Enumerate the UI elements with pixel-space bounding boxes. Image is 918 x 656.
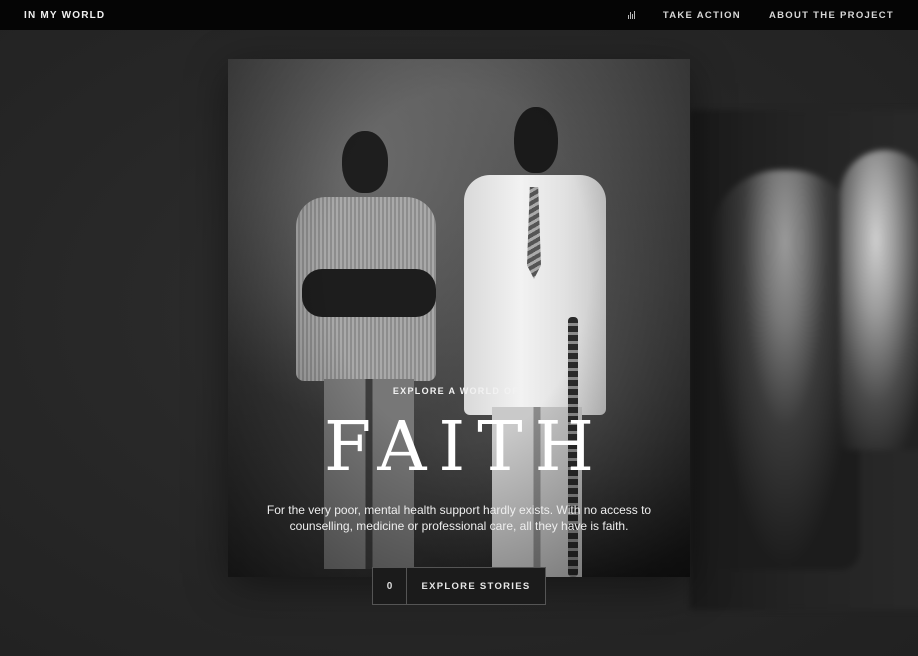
- main-nav: TAKE ACTION ABOUT THE PROJECT: [627, 10, 894, 21]
- next-story-card[interactable]: [690, 110, 918, 610]
- nav-about-project-link[interactable]: ABOUT THE PROJECT: [769, 10, 894, 21]
- site-logo[interactable]: IN MY WORLD: [24, 10, 105, 21]
- story-title: FAITH: [324, 408, 606, 487]
- next-story-photo-figure: [710, 170, 860, 570]
- story-carousel: EXPLORE A WORLD OF FAITH For the very po…: [0, 30, 918, 656]
- story-description: For the very poor, mental health support…: [266, 503, 652, 533]
- next-story-photo-child: [840, 150, 918, 450]
- sound-bars-icon[interactable]: [627, 11, 635, 19]
- explore-stories-button[interactable]: 0 EXPLORE STORIES: [372, 567, 546, 605]
- story-overlay: EXPLORE A WORLD OF FAITH For the very po…: [228, 386, 690, 534]
- stories-count: 0: [373, 568, 407, 604]
- nav-take-action-link[interactable]: TAKE ACTION: [663, 10, 741, 21]
- explore-stories-label: EXPLORE STORIES: [421, 580, 531, 592]
- top-navigation-bar: IN MY WORLD TAKE ACTION ABOUT THE PROJEC…: [0, 0, 918, 30]
- story-eyebrow: EXPLORE A WORLD OF: [392, 386, 520, 396]
